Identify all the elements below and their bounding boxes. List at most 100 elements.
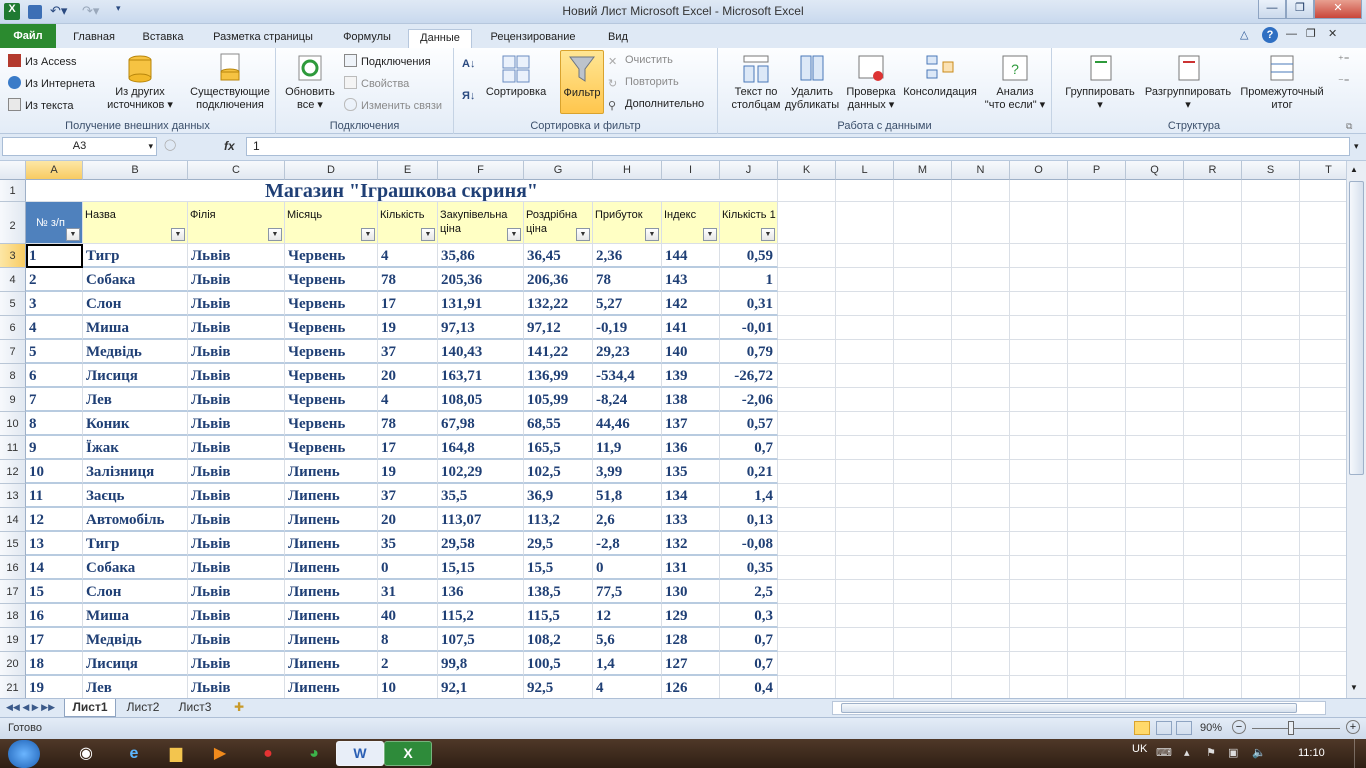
empty-cell[interactable] xyxy=(1126,388,1184,412)
empty-cell[interactable] xyxy=(952,412,1010,436)
empty-cell[interactable] xyxy=(894,676,952,698)
data-cell[interactable]: Коник xyxy=(83,412,188,436)
vertical-scroll-thumb[interactable] xyxy=(1349,181,1364,475)
empty-cell[interactable] xyxy=(1126,202,1184,244)
data-cell[interactable]: 37 xyxy=(378,484,438,508)
empty-cell[interactable] xyxy=(1010,316,1068,340)
existing-connections-button[interactable]: Существующие подключения xyxy=(188,52,272,112)
empty-cell[interactable] xyxy=(894,628,952,652)
data-cell[interactable]: Лев xyxy=(83,676,188,698)
data-cell[interactable]: 107,5 xyxy=(438,628,524,652)
empty-cell[interactable] xyxy=(1068,532,1126,556)
empty-cell[interactable] xyxy=(1010,532,1068,556)
empty-cell[interactable] xyxy=(1242,508,1300,532)
data-cell[interactable]: Лисиця xyxy=(83,652,188,676)
language-indicator[interactable]: UK xyxy=(1132,743,1147,756)
empty-cell[interactable] xyxy=(778,388,836,412)
data-cell[interactable]: 5,6 xyxy=(593,628,662,652)
data-cell[interactable]: 135 xyxy=(662,460,720,484)
data-cell[interactable]: 113,07 xyxy=(438,508,524,532)
data-cell[interactable]: 20 xyxy=(378,364,438,388)
data-cell[interactable]: 136 xyxy=(438,580,524,604)
data-cell[interactable]: 29,23 xyxy=(593,340,662,364)
column-header[interactable]: H xyxy=(593,161,662,180)
data-cell[interactable]: 31 xyxy=(378,580,438,604)
scroll-up-icon[interactable]: ▲ xyxy=(1350,165,1358,174)
data-cell[interactable]: 0,35 xyxy=(720,556,778,580)
empty-cell[interactable] xyxy=(1184,244,1242,268)
empty-cell[interactable] xyxy=(894,202,952,244)
empty-cell[interactable] xyxy=(1184,556,1242,580)
empty-cell[interactable] xyxy=(1068,268,1126,292)
wb-minimize-icon[interactable]: — xyxy=(1286,28,1297,41)
empty-cell[interactable] xyxy=(1010,412,1068,436)
data-cell[interactable]: 92,5 xyxy=(524,676,593,698)
empty-cell[interactable] xyxy=(1242,628,1300,652)
empty-cell[interactable] xyxy=(952,268,1010,292)
data-cell[interactable]: 115,5 xyxy=(524,604,593,628)
empty-cell[interactable] xyxy=(778,484,836,508)
sort-button[interactable]: Сортировка xyxy=(482,52,550,99)
name-box-dropdown-icon[interactable]: ▾ xyxy=(148,138,153,155)
column-header[interactable]: R xyxy=(1184,161,1242,180)
data-cell[interactable]: Червень xyxy=(285,364,378,388)
empty-cell[interactable] xyxy=(836,652,894,676)
data-cell[interactable]: Автомобіль xyxy=(83,508,188,532)
action-center-flag-icon[interactable]: ⚑ xyxy=(1206,747,1216,760)
empty-cell[interactable] xyxy=(1184,436,1242,460)
filter-dropdown-icon[interactable]: ▼ xyxy=(171,228,185,241)
header-cell[interactable]: Місяць ▼ xyxy=(285,202,378,244)
empty-cell[interactable] xyxy=(1184,292,1242,316)
empty-cell[interactable] xyxy=(1068,484,1126,508)
empty-cell[interactable] xyxy=(1184,412,1242,436)
empty-cell[interactable] xyxy=(952,580,1010,604)
data-cell[interactable]: 0,31 xyxy=(720,292,778,316)
data-cell[interactable]: Червень xyxy=(285,412,378,436)
empty-cell[interactable] xyxy=(778,412,836,436)
excel-taskbar-icon[interactable]: X xyxy=(384,741,432,766)
empty-cell[interactable] xyxy=(836,364,894,388)
row-header[interactable]: 20 xyxy=(0,652,26,676)
empty-cell[interactable] xyxy=(1126,676,1184,698)
empty-cell[interactable] xyxy=(1184,388,1242,412)
filter-dropdown-icon[interactable]: ▼ xyxy=(576,228,590,241)
empty-cell[interactable] xyxy=(1068,364,1126,388)
clear-button[interactable]: ✕ Очистить xyxy=(608,54,673,69)
data-cell[interactable]: Львів xyxy=(188,604,285,628)
filter-dropdown-icon[interactable]: ▼ xyxy=(268,228,282,241)
empty-cell[interactable] xyxy=(1126,580,1184,604)
row-header[interactable]: 3 xyxy=(0,244,26,268)
data-cell[interactable]: Липень xyxy=(285,532,378,556)
data-cell[interactable]: 115,2 xyxy=(438,604,524,628)
empty-cell[interactable] xyxy=(1300,412,1346,436)
column-header[interactable]: E xyxy=(378,161,438,180)
empty-cell[interactable] xyxy=(1242,292,1300,316)
empty-cell[interactable] xyxy=(1068,460,1126,484)
data-validation-button[interactable]: Проверка данных ▾ xyxy=(840,52,902,112)
empty-cell[interactable] xyxy=(1184,268,1242,292)
data-cell[interactable]: Червень xyxy=(285,292,378,316)
empty-cell[interactable] xyxy=(1184,676,1242,698)
empty-cell[interactable] xyxy=(1300,460,1346,484)
row-header[interactable]: 13 xyxy=(0,484,26,508)
empty-cell[interactable] xyxy=(1242,460,1300,484)
tray-arrow-icon[interactable]: ▴ xyxy=(1184,747,1190,760)
data-cell[interactable]: Медвідь xyxy=(83,340,188,364)
select-all-corner[interactable] xyxy=(0,161,26,180)
data-cell[interactable]: 97,12 xyxy=(524,316,593,340)
data-cell[interactable]: Тигр xyxy=(83,244,188,268)
empty-cell[interactable] xyxy=(1126,244,1184,268)
data-cell[interactable]: 29,5 xyxy=(524,532,593,556)
empty-cell[interactable] xyxy=(952,604,1010,628)
empty-cell[interactable] xyxy=(836,388,894,412)
tab-data[interactable]: Данные xyxy=(408,29,472,48)
properties-button[interactable]: Свойства xyxy=(344,76,409,91)
empty-cell[interactable] xyxy=(1010,436,1068,460)
data-cell[interactable]: 131,91 xyxy=(438,292,524,316)
data-cell[interactable]: Липень xyxy=(285,604,378,628)
empty-cell[interactable] xyxy=(952,292,1010,316)
column-header[interactable]: A xyxy=(26,161,83,180)
empty-cell[interactable] xyxy=(778,532,836,556)
advanced-button[interactable]: ⚲ Дополнительно xyxy=(608,98,704,113)
empty-cell[interactable] xyxy=(1126,508,1184,532)
